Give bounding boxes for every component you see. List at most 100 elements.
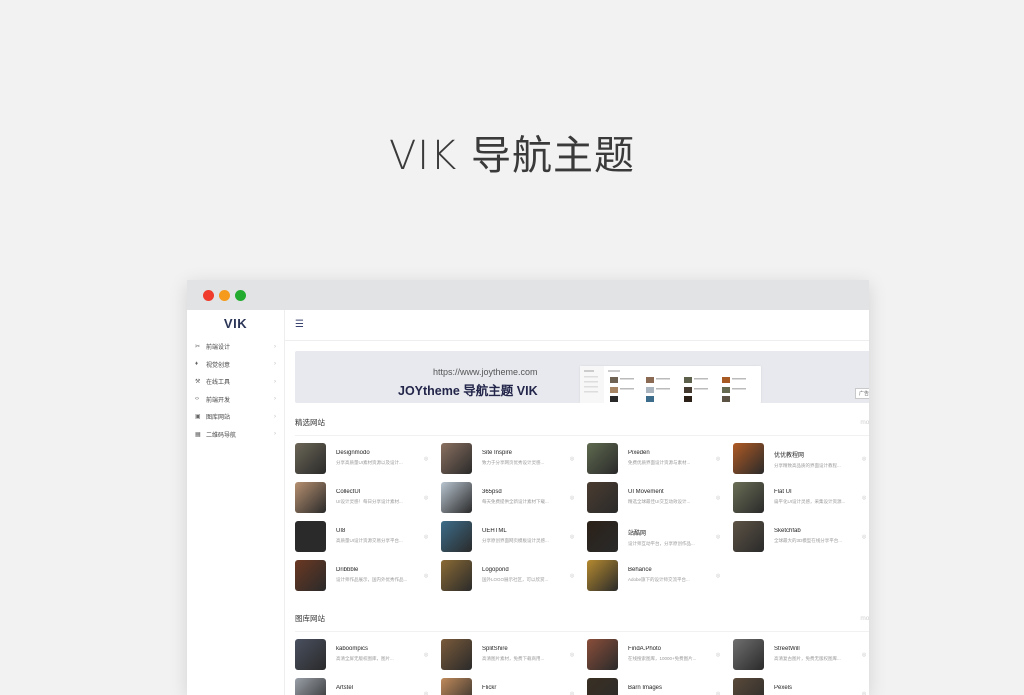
site-thumbnail	[587, 639, 618, 670]
sidebar-item[interactable]: ▣ 图库网站 ›	[187, 408, 284, 426]
site-grid: Designmodo 分享高质量UI素材资源以及设计... ◎ Site Inspir…	[295, 436, 869, 599]
site-card[interactable]: 优优教程网 分享精致高品质的界面设计教程... ◎	[733, 443, 869, 482]
site-thumbnail	[441, 678, 472, 695]
hamburger-menu-icon[interactable]: ☰	[295, 320, 304, 330]
ad-banner[interactable]: https://www.joytheme.com JOYtheme 导航主题 V…	[295, 351, 869, 403]
info-icon[interactable]: ◎	[716, 560, 720, 579]
site-thumbnail	[587, 560, 618, 591]
sidebar-item[interactable]: ⚒ 在线工具 ›	[187, 373, 284, 391]
site-thumbnail	[295, 521, 326, 552]
site-thumbnail	[295, 639, 326, 670]
minimize-dot[interactable]	[219, 289, 230, 301]
site-thumbnail	[441, 639, 472, 670]
qrcode-icon: ▦	[195, 431, 201, 438]
site-thumbnail	[295, 678, 326, 695]
info-icon[interactable]: ◎	[716, 443, 720, 462]
more-link[interactable]: more+	[860, 419, 869, 426]
site-grid: kaboompics 高清全屏无版权图库，图片... ◎ SplitShire 高清图片…	[295, 632, 869, 695]
site-thumbnail	[587, 443, 618, 474]
info-icon[interactable]: ◎	[570, 482, 574, 501]
site-card[interactable]: UEHTML 分享原创界面网页模板设计灵感... ◎	[441, 521, 587, 560]
site-card[interactable]: Pexels ◎	[733, 678, 869, 695]
info-icon[interactable]: ◎	[862, 443, 866, 462]
info-icon[interactable]: ◎	[424, 521, 428, 540]
site-card[interactable]: UI Movement 精选全球最佳UI交互动效设计... ◎	[587, 482, 733, 521]
site-thumbnail	[441, 521, 472, 552]
sidebar-nav: ✂ 前端设计 › ♦ 视觉创意 › ⚒ 在线工具 › ‹› 前端开发 › ▣ 图库网站 › ▦ 二维码导航 ›	[187, 338, 284, 443]
info-icon[interactable]: ◎	[716, 639, 720, 658]
info-icon[interactable]: ◎	[716, 521, 720, 540]
info-icon[interactable]: ◎	[570, 678, 574, 695]
section-title: 精选网站	[295, 417, 325, 427]
site-description: 设计师作品展示，国内外优秀作品...	[336, 577, 408, 582]
site-name: StreetWill	[774, 646, 800, 652]
sidebar-item-label: 二维码导航	[206, 432, 237, 439]
site-thumbnail	[587, 482, 618, 513]
site-card[interactable]: Artstel ◎	[295, 678, 441, 695]
site-card[interactable]: Site Inspire 致力于分享网页优秀设计灵感... ◎	[441, 443, 587, 482]
sidebar-item[interactable]: ‹› 前端开发 ›	[187, 391, 284, 409]
info-icon[interactable]: ◎	[862, 639, 866, 658]
sections: 精选网站more+Designmodo分享高质量UI素材资源以及设计...◎Si…	[295, 409, 869, 695]
site-card[interactable]: Pixeden 免费优质界面设计资源与素材... ◎	[587, 443, 733, 482]
site-description: 高清图片素材，免费下载商用...	[482, 656, 545, 661]
site-name: UI8	[336, 528, 346, 534]
sidebar-item[interactable]: ♦ 视觉创意 ›	[187, 356, 284, 374]
sidebar-item-label: 前端设计	[206, 345, 231, 352]
site-card[interactable]: 365psd 每天免费提供全新设计素材下载... ◎	[441, 482, 587, 521]
site-card[interactable]: 站酷网 设计师互动平台，分享原创作品... ◎	[587, 521, 733, 560]
close-dot[interactable]	[203, 289, 214, 301]
info-icon[interactable]: ◎	[716, 678, 720, 695]
info-icon[interactable]: ◎	[424, 639, 428, 658]
site-name: Site Inspire	[482, 450, 513, 456]
sidebar-item[interactable]: ✂ 前端设计 ›	[187, 338, 284, 356]
site-card[interactable]: Flickr ◎	[441, 678, 587, 695]
info-icon[interactable]: ◎	[570, 521, 574, 540]
logo[interactable]: VIK	[187, 310, 284, 338]
sidebar-item[interactable]: ▦ 二维码导航 ›	[187, 426, 284, 444]
chevron-right-icon: ›	[274, 431, 276, 438]
main-area: ☰ https://www.joytheme.com JOYtheme 导航主题…	[285, 310, 869, 695]
info-icon[interactable]: ◎	[862, 521, 866, 540]
info-icon[interactable]: ◎	[862, 482, 866, 501]
browser-window: VIK ✂ 前端设计 › ♦ 视觉创意 › ⚒ 在线工具 › ‹› 前端开发 › ▣ 图库网站 › ▦ 二维码导…	[187, 280, 869, 695]
site-card[interactable]: kaboompics 高清全屏无版权图库，图片... ◎	[295, 639, 441, 678]
site-card[interactable]: UI8 高质量UI设计资源交易分享平台... ◎	[295, 521, 441, 560]
site-description: 设计师互动平台，分享原创作品...	[628, 541, 695, 546]
info-icon[interactable]: ◎	[570, 639, 574, 658]
site-card[interactable]: SplitShire 高清图片素材，免费下载商用... ◎	[441, 639, 587, 678]
maximize-dot[interactable]	[235, 289, 246, 301]
site-card[interactable]: Barn Images ◎	[587, 678, 733, 695]
site-thumbnail	[295, 443, 326, 474]
site-thumbnail	[587, 678, 618, 695]
site-card[interactable]: Dribbble 设计师作品展示，国内外优秀作品... ◎	[295, 560, 441, 599]
site-card[interactable]: Behance Adobe旗下的设计师交流平台... ◎	[587, 560, 733, 599]
site-name: Pexels	[774, 685, 793, 691]
site-name: Designmodo	[336, 450, 370, 456]
info-icon[interactable]: ◎	[716, 482, 720, 501]
more-link[interactable]: more+	[860, 615, 869, 622]
info-icon[interactable]: ◎	[424, 678, 428, 695]
site-card[interactable]: StreetWill 高清复古图片，免费无版权图库... ◎	[733, 639, 869, 678]
info-icon[interactable]: ◎	[424, 443, 428, 462]
site-card[interactable]: FindA.Photo 在线搜索图库，10000+免费图片... ◎	[587, 639, 733, 678]
info-icon[interactable]: ◎	[862, 678, 866, 695]
scissors-icon: ✂	[195, 344, 201, 351]
section-header: 图库网站 more+	[295, 605, 869, 632]
site-name: Logopond	[482, 567, 509, 573]
banner-title: JOYtheme 导航主题 VIK	[398, 384, 538, 398]
info-icon[interactable]: ◎	[424, 482, 428, 501]
banner-preview-graphic	[580, 366, 746, 403]
site-description: 在线搜索图库，10000+免费图片...	[628, 656, 697, 661]
info-icon[interactable]: ◎	[424, 560, 428, 579]
site-card[interactable]: Designmodo 分享高质量UI素材资源以及设计... ◎	[295, 443, 441, 482]
site-card[interactable]: Logopond 国外LOGO展示社区，可以欣赏... ◎	[441, 560, 587, 599]
site-description: 扁平化UI设计灵感，采集设计资源...	[774, 499, 846, 504]
site-name: 365psd	[482, 489, 502, 495]
site-card[interactable]: CollectUI UI设计灵感！每日分享设计素材... ◎	[295, 482, 441, 521]
sidebar-item-label: 前端开发	[206, 397, 231, 404]
site-card[interactable]: Flat UI 扁平化UI设计灵感，采集设计资源... ◎	[733, 482, 869, 521]
info-icon[interactable]: ◎	[570, 443, 574, 462]
site-card[interactable]: Sketchfab 全球最大的3D模型在线分享平台... ◎	[733, 521, 869, 560]
info-icon[interactable]: ◎	[570, 560, 574, 579]
